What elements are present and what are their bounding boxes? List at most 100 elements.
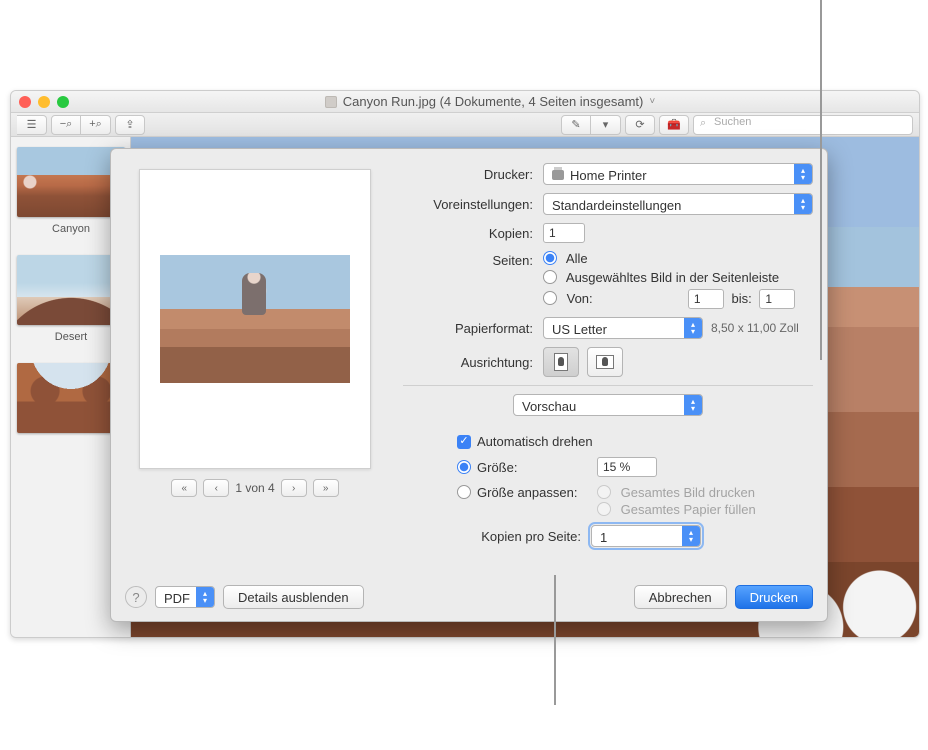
- toolbar: ☰ −⌕ +⌕ ⇪ ✎ ▾ ⟳ 🧰 Suchen: [11, 113, 919, 137]
- window-controls: [19, 96, 69, 108]
- minimize-window-button[interactable]: [38, 96, 50, 108]
- cancel-label: Abbrechen: [649, 590, 712, 605]
- thumbnail-image: [17, 147, 125, 217]
- last-page-button[interactable]: »: [313, 479, 339, 497]
- copies-per-page-label: Kopien pro Seite:: [433, 529, 581, 544]
- copies-per-page-select[interactable]: 1: [591, 525, 701, 547]
- papersize-dimensions: 8,50 x 11,00 Zoll: [711, 321, 799, 335]
- stepper-arrows-icon: [196, 587, 214, 607]
- search-field[interactable]: Suchen: [693, 115, 913, 135]
- pages-to-field[interactable]: 1: [759, 289, 795, 309]
- print-dialog: « ‹ 1 von 4 › » Drucker: Home Printer Vo…: [110, 148, 828, 622]
- fit-image-label: Gesamtes Bild drucken: [621, 485, 755, 500]
- printer-label: Drucker:: [403, 167, 533, 182]
- pages-from-value: 1: [694, 292, 701, 306]
- thumbnail-item[interactable]: [17, 363, 125, 433]
- zoom-out-button[interactable]: −⌕: [51, 115, 81, 135]
- fit-radio[interactable]: [457, 485, 471, 499]
- fit-label: Größe anpassen:: [477, 485, 597, 500]
- copies-field[interactable]: 1: [543, 223, 585, 243]
- fit-image-radio: [597, 485, 611, 499]
- document-icon: [325, 96, 337, 108]
- print-preview-image: [160, 255, 350, 383]
- landscape-icon: [596, 355, 614, 369]
- pages-selected-radio[interactable]: [543, 270, 557, 284]
- thumbnail-image: [17, 363, 125, 433]
- pdf-menu[interactable]: PDF: [155, 586, 215, 608]
- next-page-button[interactable]: ›: [281, 479, 307, 497]
- thumbnail-label: Desert: [55, 331, 87, 343]
- zoom-in-button[interactable]: +⌕: [81, 115, 111, 135]
- divider: [403, 385, 813, 386]
- papersize-label: Papierformat:: [403, 321, 533, 336]
- stepper-arrows-icon: [682, 526, 700, 546]
- orientation-landscape-button[interactable]: [587, 347, 623, 377]
- pages-to-label: bis:: [732, 291, 752, 306]
- print-button[interactable]: Drucken: [735, 585, 813, 609]
- pages-all-label: Alle: [566, 251, 588, 266]
- thumbnail-item[interactable]: Desert: [17, 255, 125, 343]
- printer-value: Home Printer: [570, 168, 647, 183]
- callout-line: [820, 0, 822, 360]
- thumbnail-label: Canyon: [52, 223, 90, 235]
- size-radio[interactable]: [457, 460, 471, 474]
- portrait-icon: [554, 353, 568, 371]
- printer-select[interactable]: Home Printer: [543, 163, 813, 185]
- autorotate-label: Automatisch drehen: [477, 434, 593, 449]
- stepper-arrows-icon: [684, 395, 702, 415]
- copies-per-page-value: 1: [600, 530, 607, 545]
- hide-details-button[interactable]: Details ausblenden: [223, 585, 364, 609]
- pages-all-radio[interactable]: [543, 251, 557, 265]
- search-placeholder: Suchen: [714, 116, 751, 128]
- pages-from-label: Von:: [567, 291, 593, 306]
- presets-select[interactable]: Standardeinstellungen: [543, 193, 813, 215]
- toolbox-button[interactable]: 🧰: [659, 115, 689, 135]
- sidebar-toggle-button[interactable]: ☰: [17, 115, 47, 135]
- rotate-button[interactable]: ⟳: [625, 115, 655, 135]
- stepper-arrows-icon: [684, 318, 702, 338]
- page-indicator: 1 von 4: [235, 481, 274, 495]
- hide-details-label: Details ausblenden: [238, 590, 349, 605]
- papersize-select[interactable]: US Letter: [543, 317, 703, 339]
- stepper-arrows-icon: [794, 164, 812, 184]
- titlebar: Canyon Run.jpg (4 Dokumente, 4 Seiten in…: [11, 91, 919, 113]
- pages-from-field[interactable]: 1: [688, 289, 724, 309]
- orientation-label: Ausrichtung:: [403, 355, 533, 370]
- size-label: Größe:: [477, 460, 597, 475]
- pages-to-value: 1: [765, 292, 772, 306]
- print-label: Drucken: [750, 590, 798, 605]
- copies-value: 1: [549, 226, 556, 240]
- size-percent-value: 15 %: [603, 460, 630, 474]
- title-dropdown-icon[interactable]: ˅: [649, 96, 655, 107]
- stepper-arrows-icon: [794, 194, 812, 214]
- zoom-window-button[interactable]: [57, 96, 69, 108]
- markup-toggle-button[interactable]: ✎: [561, 115, 591, 135]
- cancel-button[interactable]: Abbrechen: [634, 585, 727, 609]
- presets-value: Standardeinstellungen: [552, 198, 681, 213]
- thumbnail-image: [17, 255, 125, 325]
- close-window-button[interactable]: [19, 96, 31, 108]
- callout-line: [554, 575, 556, 705]
- first-page-button[interactable]: «: [171, 479, 197, 497]
- pages-label: Seiten:: [403, 253, 533, 268]
- printer-icon: [552, 170, 564, 180]
- orientation-portrait-button[interactable]: [543, 347, 579, 377]
- print-options-section-select[interactable]: Vorschau: [513, 394, 703, 416]
- help-button[interactable]: ?: [125, 586, 147, 608]
- pages-range-radio[interactable]: [543, 291, 557, 305]
- section-value: Vorschau: [522, 399, 576, 414]
- markup-dropdown-button[interactable]: ▾: [591, 115, 621, 135]
- share-button[interactable]: ⇪: [115, 115, 145, 135]
- window-title: Canyon Run.jpg (4 Dokumente, 4 Seiten in…: [343, 94, 644, 109]
- pages-selected-label: Ausgewähltes Bild in der Seitenleiste: [566, 270, 779, 285]
- thumbnail-item[interactable]: Canyon: [17, 147, 125, 235]
- autorotate-checkbox[interactable]: [457, 435, 471, 449]
- fit-paper-label: Gesamtes Papier füllen: [621, 502, 756, 517]
- papersize-value: US Letter: [552, 322, 607, 337]
- copies-label: Kopien:: [403, 226, 533, 241]
- print-preview-page: [139, 169, 371, 469]
- presets-label: Voreinstellungen:: [403, 197, 533, 212]
- prev-page-button[interactable]: ‹: [203, 479, 229, 497]
- size-percent-field[interactable]: 15 %: [597, 457, 657, 477]
- pdf-label: PDF: [164, 591, 190, 606]
